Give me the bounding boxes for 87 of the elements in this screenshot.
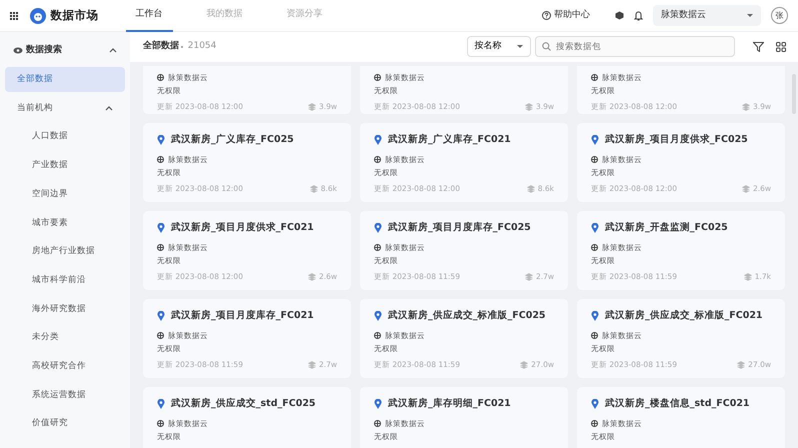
- layers-icon: [524, 273, 533, 282]
- org-icon: [157, 244, 164, 252]
- location-pin-icon: [157, 311, 165, 322]
- sidebar-item[interactable]: 海外研究数据: [5, 296, 125, 322]
- org-select[interactable]: 脉策数据云: [653, 5, 761, 26]
- sidebar-item[interactable]: 系统运营数据: [5, 382, 125, 408]
- sidebar-item[interactable]: 房地产行业数据: [5, 238, 125, 264]
- help-icon: [542, 11, 551, 20]
- sort-select[interactable]: 按名称: [466, 36, 530, 58]
- dataset-title: 武汉新房_项目月度供求_FC025: [605, 133, 748, 148]
- location-pin-icon: [591, 223, 599, 234]
- dataset-title: 武汉新房_库存明细_FC021: [388, 397, 511, 412]
- org-icon: [157, 420, 164, 428]
- org-icon: [374, 244, 381, 252]
- org-icon: [374, 74, 381, 82]
- sidebar-item[interactable]: 城市要素: [5, 210, 125, 236]
- sidebar-item[interactable]: 价值研究: [5, 410, 125, 436]
- org-icon: [374, 332, 381, 340]
- layers-icon: [524, 102, 533, 111]
- location-pin-icon: [374, 311, 382, 322]
- dataset-title: 武汉新房_开盘监测_FC025: [605, 221, 728, 236]
- cube-icon[interactable]: [615, 11, 624, 20]
- sidebar-item[interactable]: 全部数据: [5, 66, 125, 92]
- layers-icon: [308, 273, 316, 282]
- search-field[interactable]: 搜索数据包: [535, 36, 735, 58]
- location-pin-icon: [591, 135, 599, 146]
- sidebar-item[interactable]: 当前机构: [5, 95, 125, 121]
- eye-icon: [13, 47, 23, 54]
- sidebar-item[interactable]: 未分类: [5, 324, 125, 350]
- org-icon: [591, 332, 598, 340]
- org-icon: [157, 332, 164, 340]
- dataset-title: 武汉新房_楼盘信息_std_FC021: [605, 397, 750, 412]
- sidebar-item[interactable]: 人口数据: [5, 124, 125, 150]
- sidebar-item[interactable]: 产业数据: [5, 152, 125, 178]
- dataset-title: 武汉新房_供应成交_标准版_FC025: [388, 309, 546, 324]
- org-icon: [591, 156, 598, 164]
- org-icon: [157, 156, 164, 164]
- sidebar-item[interactable]: 城市科学前沿: [5, 268, 125, 293]
- layers-icon: [742, 102, 750, 111]
- layers-icon: [742, 185, 750, 194]
- location-pin-icon: [374, 135, 382, 146]
- caret-icon: [516, 45, 522, 48]
- result-count: 21054: [188, 40, 216, 54]
- location-pin-icon: [374, 399, 382, 410]
- layers-icon: [308, 361, 316, 370]
- location-pin-icon: [374, 223, 382, 234]
- dataset-title: 武汉新房_项目月度库存_FC021: [171, 309, 314, 324]
- help-link[interactable]: 帮助中心: [541, 8, 591, 24]
- chevron-up-icon: [109, 47, 117, 54]
- chevron-up-icon: [105, 104, 113, 112]
- dataset-title: 武汉新房_项目月度库存_FC025: [388, 221, 531, 236]
- location-pin-icon: [591, 311, 599, 322]
- org-icon: [374, 156, 381, 164]
- grid-view-icon[interactable]: [776, 42, 786, 52]
- dataset-title: 武汉新房_广义库存_FC025: [171, 133, 294, 148]
- page-title: 全部数据: [143, 40, 179, 54]
- location-pin-icon: [157, 223, 165, 234]
- org-icon: [591, 420, 598, 428]
- location-pin-icon: [157, 135, 165, 146]
- dataset-title: 武汉新房_供应成交_标准版_FC021: [605, 309, 763, 324]
- search-icon: [542, 42, 551, 52]
- org-icon: [374, 420, 381, 428]
- separator-dot: [181, 46, 184, 48]
- layers-icon: [520, 361, 528, 370]
- user-avatar[interactable]: 张: [771, 7, 788, 24]
- apps-menu-icon[interactable]: [10, 12, 18, 20]
- sidebar-section[interactable]: 数据搜索: [5, 38, 125, 64]
- logo-icon: [30, 8, 46, 24]
- dataset-title: 武汉新房_供应成交_std_FC025: [171, 397, 316, 412]
- dataset-title: 武汉新房_项目月度供求_FC021: [171, 221, 314, 236]
- sidebar-item[interactable]: 空间边界: [5, 181, 125, 207]
- filter-icon[interactable]: [753, 42, 764, 52]
- layers-icon: [308, 102, 316, 111]
- dataset-title: 武汉新房_广义库存_FC021: [388, 133, 511, 148]
- layers-icon: [310, 185, 318, 194]
- caret-icon: [747, 14, 753, 17]
- layers-icon: [737, 361, 746, 370]
- org-icon: [591, 244, 598, 252]
- org-icon: [157, 74, 164, 82]
- bell-icon[interactable]: [634, 10, 643, 20]
- layers-icon: [526, 185, 535, 194]
- sidebar-item[interactable]: 高校研究合作: [5, 354, 125, 380]
- org-icon: [591, 74, 598, 82]
- layers-icon: [744, 273, 752, 282]
- location-pin-icon: [157, 399, 165, 410]
- app-title: 数据市场: [50, 6, 98, 24]
- location-pin-icon: [591, 399, 599, 410]
